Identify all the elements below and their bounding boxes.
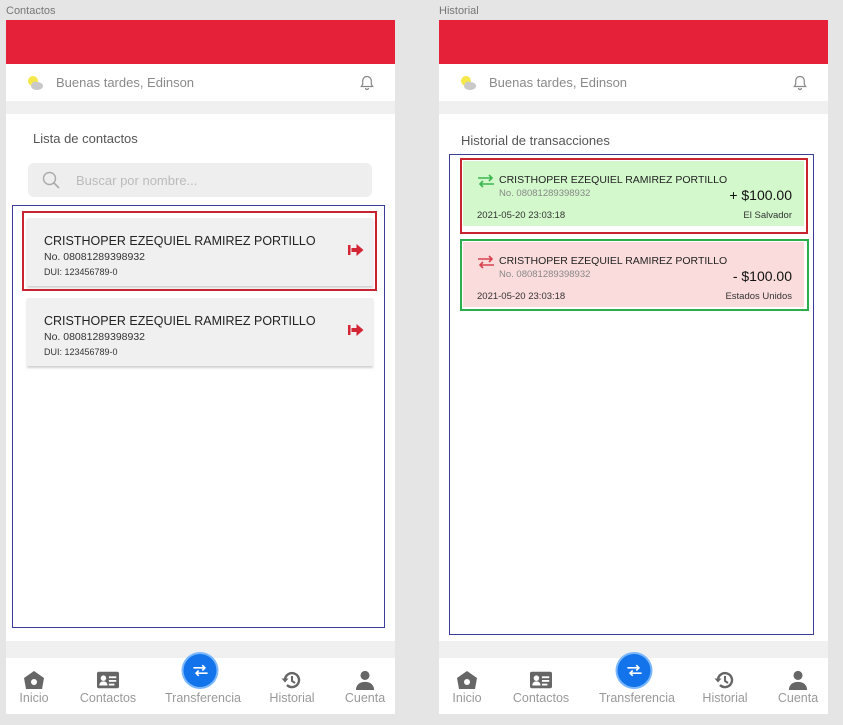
nav-transferencia[interactable]: Transferencia xyxy=(165,654,241,714)
contact-name: CRISTHOPER EZEQUIEL RAMIREZ PORTILLO xyxy=(44,314,316,328)
partly-cloudy-icon xyxy=(28,75,43,90)
home-icon xyxy=(24,671,44,689)
bottom-nav: Inicio Contactos Transferencia Historial… xyxy=(6,654,395,714)
app-header xyxy=(439,20,828,64)
transaction-highlight-green xyxy=(460,239,809,311)
greeting-bar: Buenas tardes, Edinson xyxy=(6,64,395,101)
contacts-panel: Lista de contactos CRISTHOPER EZEQUIEL R… xyxy=(6,114,395,641)
nav-historial[interactable]: Historial xyxy=(690,658,760,714)
history-title: Historial de transacciones xyxy=(461,133,610,148)
nav-inicio[interactable]: Inicio xyxy=(439,658,502,714)
nav-label: Contactos xyxy=(512,691,570,705)
greeting-text: Buenas tardes, Edinson xyxy=(56,75,195,90)
nav-label: Transferencia xyxy=(599,691,675,705)
nav-contactos[interactable]: Contactos xyxy=(506,658,576,714)
nav-inicio[interactable]: Inicio xyxy=(6,658,69,714)
person-icon xyxy=(355,670,375,690)
nav-cuenta[interactable]: Cuenta xyxy=(330,658,395,714)
greeting-text: Buenas tardes, Edinson xyxy=(489,75,628,90)
app-header xyxy=(6,20,395,64)
transfer-arrows-icon xyxy=(192,664,208,677)
contactos-screen: Buenas tardes, Edinson Lista de contacto… xyxy=(6,20,395,714)
history-icon xyxy=(281,671,301,689)
search-field[interactable] xyxy=(28,163,372,197)
search-icon xyxy=(42,171,60,189)
nav-label: Historial xyxy=(702,691,748,705)
transfer-fab[interactable] xyxy=(183,654,217,687)
contact-dui: DUI: 123456789-0 xyxy=(44,347,118,357)
contact-card-icon xyxy=(97,671,119,689)
nav-transferencia[interactable]: Transferencia xyxy=(599,654,675,714)
search-input[interactable] xyxy=(76,172,326,188)
bell-icon[interactable] xyxy=(792,75,808,91)
nav-label: Historial xyxy=(269,691,315,705)
home-icon xyxy=(457,671,477,689)
nav-label: Inicio xyxy=(452,691,482,705)
nav-label: Transferencia xyxy=(165,691,241,705)
nav-label: Cuenta xyxy=(777,691,819,705)
nav-contactos[interactable]: Contactos xyxy=(73,658,143,714)
transfer-fab[interactable] xyxy=(617,654,651,687)
contacts-title: Lista de contactos xyxy=(33,131,138,146)
transfer-arrows-icon xyxy=(626,664,642,677)
send-arrow-icon[interactable] xyxy=(348,323,364,337)
person-icon xyxy=(788,670,808,690)
contact-card-highlight xyxy=(22,211,377,291)
frame-label-contactos: Contactos xyxy=(6,5,56,17)
history-icon xyxy=(714,671,734,689)
nav-cuenta[interactable]: Cuenta xyxy=(763,658,828,714)
contact-number: No. 08081289398932 xyxy=(44,331,146,343)
bottom-nav: Inicio Contactos Transferencia Historial… xyxy=(439,654,828,714)
nav-label: Contactos xyxy=(79,691,137,705)
transaction-highlight-red xyxy=(460,158,808,234)
history-panel: Historial de transacciones CRISTHOPER EZ… xyxy=(439,114,828,641)
nav-label: Inicio xyxy=(19,691,49,705)
contact-card[interactable]: CRISTHOPER EZEQUIEL RAMIREZ PORTILLO No.… xyxy=(27,298,373,366)
nav-historial[interactable]: Historial xyxy=(257,658,327,714)
greeting-bar: Buenas tardes, Edinson xyxy=(439,64,828,101)
historial-screen: Buenas tardes, Edinson Historial de tran… xyxy=(439,20,828,714)
bell-icon[interactable] xyxy=(359,75,375,91)
frame-label-historial: Historial xyxy=(439,5,479,17)
contact-card-icon xyxy=(530,671,552,689)
nav-label: Cuenta xyxy=(344,691,386,705)
partly-cloudy-icon xyxy=(461,75,476,90)
